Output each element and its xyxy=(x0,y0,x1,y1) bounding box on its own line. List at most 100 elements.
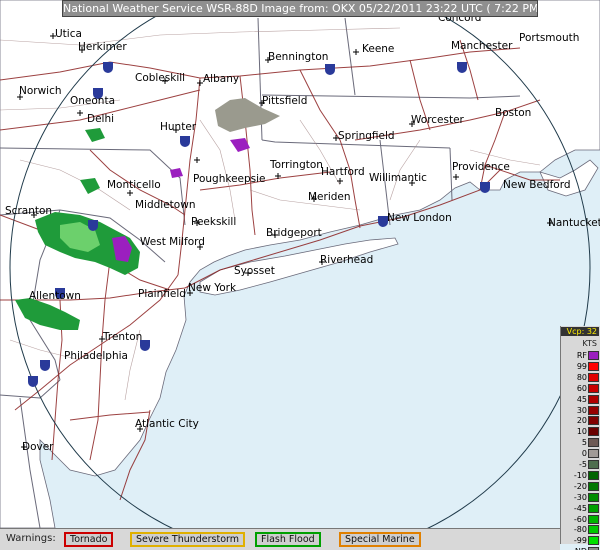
city-label-hartford: Hartford xyxy=(321,166,365,178)
city-label-poughkeepsie: Poughkeepsie xyxy=(193,173,266,185)
warnings-bar: Warnings: Tornado Severe Thunderstorm Fl… xyxy=(0,528,560,550)
legend-label: -80 xyxy=(573,525,587,535)
legend-label: RF xyxy=(576,351,587,360)
legend-label: 5 xyxy=(581,438,587,448)
city-label-delhi: Delhi xyxy=(87,113,115,125)
legend-label: -30 xyxy=(573,492,587,502)
city-label-nantucket: Nantucket xyxy=(548,217,600,229)
legend-swatch xyxy=(588,460,599,469)
velocity-legend: Vcp: 32 KTS RF 99 80 60 45 30 20 10 5 0 -5 -10 -20 -3… xyxy=(560,326,600,550)
city-label-west-milford: West Milford xyxy=(140,236,205,248)
legend-row: -99 xyxy=(561,535,600,546)
legend-row: -30 xyxy=(561,492,600,503)
legend-swatch xyxy=(588,361,599,371)
legend-row: -60 xyxy=(561,514,600,525)
city-label-albany: Albany xyxy=(203,73,240,85)
legend-swatch xyxy=(588,503,599,513)
legend-row: 10 xyxy=(561,426,600,437)
city-label-boston: Boston xyxy=(495,107,532,119)
city-label-portsmouth: Portsmouth xyxy=(519,32,580,44)
legend-label: -20 xyxy=(573,481,587,491)
legend-swatch xyxy=(588,416,599,426)
legend-swatch xyxy=(588,394,599,404)
warnings-title: Warnings: xyxy=(6,533,56,544)
legend-label: -45 xyxy=(573,503,587,513)
legend-row: 45 xyxy=(561,394,600,405)
city-label-atlantic-city: Atlantic City xyxy=(135,418,199,430)
legend-row: 20 xyxy=(561,415,600,426)
warning-special-marine: Special Marine xyxy=(339,532,421,547)
legend-label: 20 xyxy=(576,416,587,426)
city-label-bennington: Bennington xyxy=(268,51,329,63)
city-label-monticello: Monticello xyxy=(107,179,161,191)
legend-row: 30 xyxy=(561,405,600,416)
city-label-oneonta: Oneonta xyxy=(70,95,116,107)
legend-swatch xyxy=(588,481,599,491)
legend-label: ND xyxy=(561,546,587,550)
legend-swatch xyxy=(588,449,599,459)
legend-label: 45 xyxy=(576,394,587,404)
legend-swatch xyxy=(588,405,599,415)
warning-tornado: Tornado xyxy=(64,532,114,547)
city-label-keene: Keene xyxy=(362,43,395,55)
city-label-providence: Providence xyxy=(452,161,510,173)
city-label-peekskill: Peekskill xyxy=(191,216,237,228)
city-label-herkimer: Herkimer xyxy=(78,41,127,53)
legend-row: ND xyxy=(561,546,600,550)
legend-label: 80 xyxy=(576,372,587,382)
legend-label: 0 xyxy=(581,449,587,459)
city-label-willimantic: Willimantic xyxy=(369,172,427,184)
city-label-dover: Dover xyxy=(22,441,54,453)
city-label-meriden: Meriden xyxy=(308,191,351,203)
legend-swatch xyxy=(588,372,599,382)
legend-swatch xyxy=(588,536,599,546)
radar-image: Utica Herkimer Cobleskill Albany Benning… xyxy=(0,0,600,550)
legend-label: -5 xyxy=(579,460,587,469)
legend-swatch xyxy=(588,470,599,480)
city-label-new-bedford: New Bedford xyxy=(503,179,571,191)
city-label-philadelphia: Philadelphia xyxy=(64,350,128,362)
legend-swatch xyxy=(588,514,599,524)
legend-row: 60 xyxy=(561,383,600,394)
legend-row: 99 xyxy=(561,361,600,372)
city-label-cobleskill: Cobleskill xyxy=(135,72,186,84)
legend-swatch xyxy=(588,492,599,502)
legend-label: -10 xyxy=(573,470,587,480)
legend-vcp: Vcp: 32 xyxy=(561,327,599,336)
legend-swatch xyxy=(588,427,599,437)
city-label-manchester: Manchester xyxy=(451,40,513,52)
shield-icon xyxy=(88,220,98,231)
shield-icon xyxy=(103,62,113,73)
legend-row: RF xyxy=(561,350,600,361)
legend-label: -99 xyxy=(573,536,587,546)
shield-icon xyxy=(28,376,38,387)
shield-icon xyxy=(325,64,335,75)
city-label-utica: Utica xyxy=(55,28,82,40)
city-label-norwich: Norwich xyxy=(19,85,62,97)
city-label-trenton: Trenton xyxy=(103,331,143,343)
legend-row: 0 xyxy=(561,448,600,459)
legend-label: 10 xyxy=(576,427,587,437)
city-label-new-london: New London xyxy=(387,212,452,224)
map-canvas xyxy=(0,0,600,550)
city-label-riverhead: Riverhead xyxy=(320,254,374,266)
legend-row: -20 xyxy=(561,481,600,492)
city-label-torrington: Torrington xyxy=(270,159,323,171)
shield-icon xyxy=(180,136,190,147)
city-label-hunter: Hunter xyxy=(160,121,197,133)
legend-row: -45 xyxy=(561,503,600,514)
warning-severe-thunderstorm: Severe Thunderstorm xyxy=(130,532,246,547)
city-label-plainfield: Plainfield xyxy=(138,288,186,300)
legend-swatch xyxy=(588,383,599,393)
legend-units: KTS xyxy=(582,339,597,348)
city-label-new-york: New York xyxy=(188,282,237,294)
legend-row: -80 xyxy=(561,524,600,535)
city-label-springfield: Springfield xyxy=(338,130,395,142)
legend-row: -5 xyxy=(561,459,600,470)
shield-icon xyxy=(457,62,467,73)
city-label-syosset: Syosset xyxy=(234,265,275,277)
shield-icon xyxy=(40,360,50,371)
city-label-middletown-ny: Middletown xyxy=(135,199,196,211)
legend-swatch xyxy=(588,438,599,448)
shield-icon xyxy=(480,182,490,193)
